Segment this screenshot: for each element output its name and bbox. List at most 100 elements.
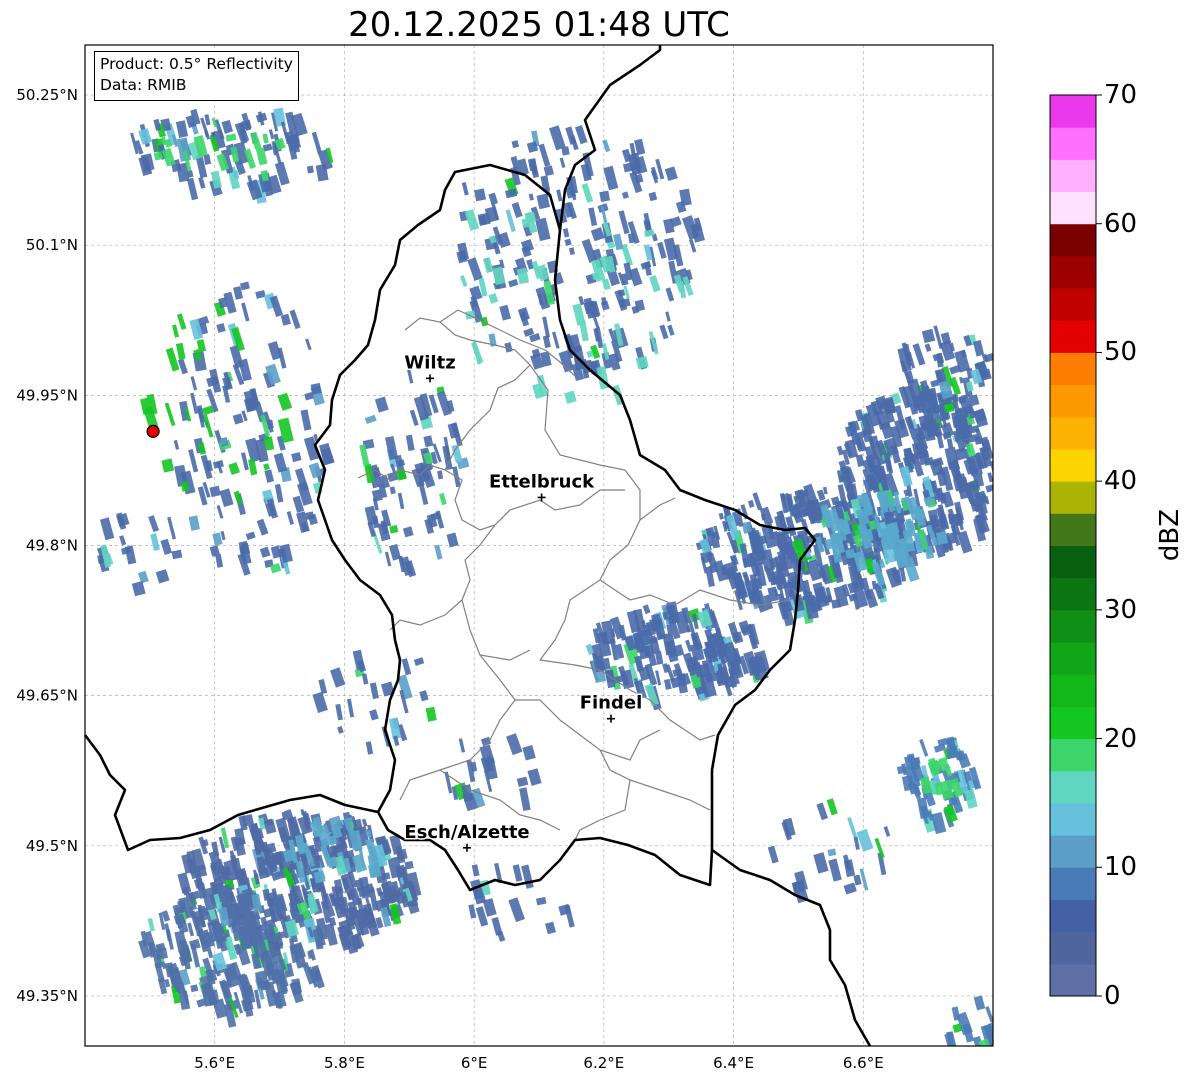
colorbar-segment <box>1050 674 1096 707</box>
echo-cell <box>1019 996 1029 1009</box>
colorbar-segment <box>1050 770 1096 804</box>
lon-tick-label: 6.4°E <box>713 1054 754 1072</box>
colorbar-label: dBZ <box>1155 508 1184 562</box>
echo-cell <box>1006 1057 1019 1079</box>
city-label: Esch/Alzette <box>404 822 529 843</box>
colorbar-segment <box>1050 609 1096 643</box>
colorbar-segment <box>1050 416 1096 450</box>
lat-tick-label: 50.25°N <box>16 86 78 104</box>
echo-cell <box>155 947 168 960</box>
colorbar-tick-label: 70 <box>1104 80 1138 110</box>
echo-cell <box>1012 991 1027 1016</box>
echo-cell <box>994 1025 1003 1035</box>
echo-cell <box>994 476 1004 488</box>
colorbar-segment <box>1050 738 1096 772</box>
colorbar-segment <box>1050 191 1096 225</box>
colorbar <box>1049 94 1102 997</box>
colorbar-segment <box>1050 513 1096 546</box>
echo-cell <box>984 1050 995 1062</box>
echo-cell <box>999 1049 1011 1059</box>
colorbar-tick-label: 50 <box>1104 337 1138 368</box>
lon-tick-label: 6.2°E <box>583 1054 624 1072</box>
echo-cell <box>190 984 199 993</box>
colorbar-tick-label: 20 <box>1104 723 1138 754</box>
lon-tick-label: 5.6°E <box>194 1054 235 1072</box>
colorbar-segment <box>1050 963 1096 997</box>
colorbar-segment <box>1050 577 1096 611</box>
echo-cell <box>993 1024 1006 1042</box>
echo-cell <box>1037 1015 1044 1030</box>
colorbar-segment <box>1050 867 1096 900</box>
echo-cell <box>988 1047 1001 1069</box>
colorbar-segment <box>1050 545 1096 579</box>
lon-tick-label: 6°E <box>461 1054 488 1072</box>
colorbar-segment <box>1050 127 1096 160</box>
colorbar-segment <box>1050 95 1096 128</box>
colorbar-segment <box>1050 255 1096 289</box>
product-label: Product: 0.5° Reflectivity <box>100 55 293 73</box>
echo-cell <box>996 1013 1004 1031</box>
radar-map: Wiltz Ettelbruck Findel Esch/Alzette 5.6°E 5… <box>16 44 1102 1079</box>
colorbar-segment <box>1050 899 1096 933</box>
colorbar-tick-label: 40 <box>1104 466 1138 497</box>
city-label: Ettelbruck <box>489 471 595 492</box>
echo-cell <box>1018 995 1032 1014</box>
echo-cell <box>1001 1023 1012 1047</box>
colorbar-segment <box>1050 481 1096 514</box>
lat-tick-label: 49.35°N <box>16 987 78 1005</box>
lat-tick-label: 50.1°N <box>26 236 78 254</box>
echo-cell <box>1006 998 1016 1014</box>
echo-cell <box>1012 1029 1023 1045</box>
echo-cell <box>259 979 271 991</box>
lat-tick-label: 49.5°N <box>26 837 78 855</box>
echo-cell <box>995 1058 1002 1071</box>
echo-cell <box>1038 1032 1048 1041</box>
colorbar-segment <box>1050 835 1096 868</box>
colorbar-segment <box>1050 159 1096 193</box>
lon-tick-label: 6.6°E <box>843 1054 884 1072</box>
city-label: Wiltz <box>404 352 455 373</box>
colorbar-tick-label: 30 <box>1104 594 1138 625</box>
echo-cell <box>1006 1062 1015 1079</box>
echo-cell <box>1015 1054 1027 1070</box>
colorbar-segment <box>1050 352 1096 386</box>
echo-cell <box>219 438 228 446</box>
colorbar-segment <box>1050 642 1096 675</box>
colorbar-tick-label: 0 <box>1104 981 1121 1011</box>
colorbar-segment <box>1050 448 1096 482</box>
colorbar-segment <box>1050 384 1096 418</box>
echo-cell <box>465 310 476 320</box>
radar-site <box>146 424 160 438</box>
radar-site-marker <box>146 424 160 438</box>
echo-cell <box>1019 1015 1026 1025</box>
colorbar-segment <box>1050 706 1096 740</box>
echo-cell <box>923 409 935 421</box>
echo-cell <box>896 765 907 775</box>
city-label: Findel <box>580 693 643 714</box>
lat-tick-label: 49.8°N <box>26 537 78 555</box>
echo-cell <box>1023 1045 1032 1057</box>
echo-cell <box>996 1044 1009 1061</box>
echo-cell <box>1009 1024 1020 1038</box>
colorbar-segment <box>1050 931 1096 965</box>
echo-cell <box>1007 989 1022 1012</box>
echo-cell <box>1016 1045 1023 1053</box>
echo-cell <box>998 994 1010 1010</box>
colorbar-segment <box>1050 288 1096 321</box>
echo-cell <box>1021 1037 1031 1051</box>
product-info-box: Product: 0.5° Reflectivity Data: RMIB <box>94 51 299 101</box>
echo-cell <box>1026 1055 1036 1070</box>
colorbar-segment <box>1050 802 1096 836</box>
echo-cell <box>992 435 993 451</box>
echo-cell <box>978 1060 986 1072</box>
lat-tick-label: 49.95°N <box>16 386 78 404</box>
echo-cell <box>1014 1052 1019 1062</box>
data-source-label: Data: RMIB <box>100 76 187 94</box>
colorbar-segment <box>1050 320 1096 353</box>
echo-cell <box>831 598 842 609</box>
echo-cell <box>1009 1037 1022 1057</box>
echo-cell <box>810 500 819 508</box>
echo-cell <box>665 604 677 616</box>
colorbar-segment <box>1050 223 1096 257</box>
echo-cell <box>599 190 611 203</box>
